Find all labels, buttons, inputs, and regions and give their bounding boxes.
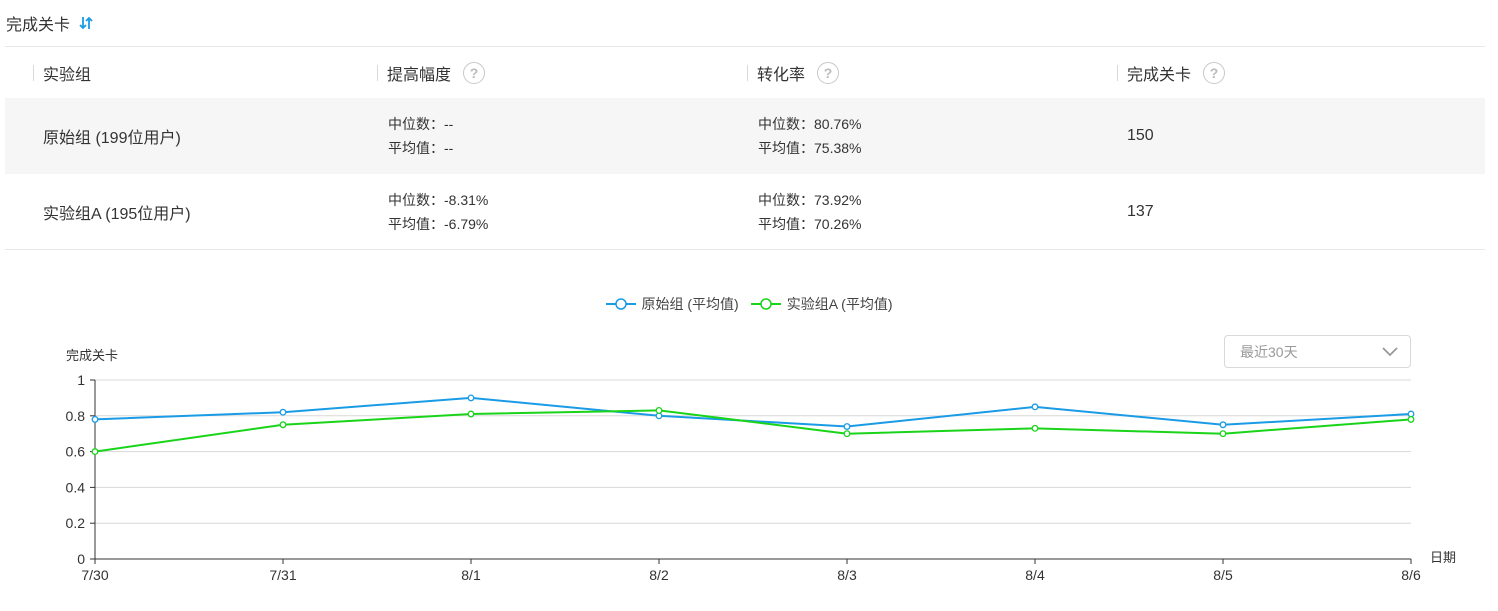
data-point xyxy=(279,408,287,416)
legend-label: 实验组A (平均值) xyxy=(786,296,893,312)
column-separator xyxy=(1117,64,1118,81)
column-separator xyxy=(747,64,748,81)
legend-label: 原始组 (平均值) xyxy=(641,296,739,312)
sort-icon[interactable] xyxy=(78,15,94,31)
help-icon[interactable]: ? xyxy=(1203,61,1226,84)
x-tick-label: 7/30 xyxy=(81,567,108,583)
column-header-lift: 提高幅度 ? xyxy=(377,47,486,98)
lift-mean: 平均值：-- xyxy=(388,140,454,156)
column-header-label: 实验组 xyxy=(43,66,92,84)
help-icon[interactable]: ? xyxy=(817,61,840,84)
data-point xyxy=(467,394,475,402)
x-tick-label: 8/3 xyxy=(837,567,857,583)
conversion-median: 中位数：73.92% xyxy=(758,192,862,208)
data-point xyxy=(279,421,287,429)
data-point xyxy=(1219,421,1227,429)
series-line xyxy=(94,409,1412,453)
conversion-mean: 平均值：70.26% xyxy=(758,216,862,232)
y-tick-label: 0 xyxy=(77,551,85,567)
conversion-median: 中位数：80.76% xyxy=(758,116,862,132)
help-icon[interactable]: ? xyxy=(463,61,486,84)
table-header: 实验组 提高幅度 ? 转化率 ? 完成关卡 ? xyxy=(5,47,1485,98)
section-header: 完成关卡 xyxy=(6,12,94,34)
conversion-cell: 中位数：80.76% 平均值：75.38% xyxy=(758,112,861,160)
y-tick-label: 0.2 xyxy=(66,515,86,531)
legend-item-original[interactable]: 原始组 (平均值) xyxy=(605,294,739,314)
data-point xyxy=(1031,424,1039,432)
date-range-value: 最近30天 xyxy=(1240,343,1298,360)
data-point xyxy=(1219,430,1227,438)
data-point xyxy=(91,448,99,456)
column-separator xyxy=(377,64,378,81)
column-header-conversion: 转化率 ? xyxy=(747,47,840,98)
y-tick-label: 1 xyxy=(77,372,85,388)
table-row: 实验组A (195位用户) 中位数：-8.31% 平均值：-6.79% 中位数：… xyxy=(5,174,1485,250)
y-tick-label: 0.4 xyxy=(66,479,86,495)
complete-value: 150 xyxy=(1127,127,1154,144)
data-point xyxy=(843,423,851,430)
x-tick-label: 8/6 xyxy=(1401,567,1421,583)
complete-value: 137 xyxy=(1127,203,1154,220)
chart-legend: 原始组 (平均值) 实验组A (平均值) xyxy=(0,294,1498,314)
data-point xyxy=(1407,415,1415,423)
column-header-group: 实验组 xyxy=(33,47,91,98)
column-header-label: 转化率 xyxy=(757,66,806,84)
legend-item-experiment[interactable]: 实验组A (平均值) xyxy=(750,294,893,314)
lift-cell: 中位数：-- 平均值：-- xyxy=(388,112,453,160)
lift-mean: 平均值：-6.79% xyxy=(388,216,489,232)
line-chart: 0 0.2 0.4 0.6 0.8 1 7/30 7/31 8/1 8/2 8/3 8/4 8/5 8/6… xyxy=(66,372,1456,583)
group-name: 原始组 (199位用户) xyxy=(43,130,181,147)
column-separator xyxy=(33,64,34,81)
legend-line-icon xyxy=(605,298,636,310)
data-point xyxy=(655,406,663,414)
group-name: 实验组A (195位用户) xyxy=(43,206,191,223)
x-tick-label: 8/2 xyxy=(649,567,669,583)
data-point xyxy=(91,415,99,423)
result-table: 实验组 提高幅度 ? 转化率 ? 完成关卡 ? 原始组 (199位用户) 中位数… xyxy=(5,46,1485,250)
x-tick-label: 8/1 xyxy=(461,567,481,583)
chevron-down-icon xyxy=(1382,346,1398,356)
x-tick-label: 8/5 xyxy=(1213,567,1233,583)
x-tick-label: 8/4 xyxy=(1025,567,1045,583)
conversion-cell: 中位数：73.92% 平均值：70.26% xyxy=(758,188,861,236)
data-point xyxy=(1031,403,1039,411)
conversion-mean: 平均值：75.38% xyxy=(758,140,862,156)
y-tick-label: 0.6 xyxy=(66,444,86,460)
lift-median: 中位数：-- xyxy=(388,116,454,132)
x-axis-label: 日期 xyxy=(1430,550,1456,565)
y-tick-label: 0.8 xyxy=(66,408,86,424)
lift-cell: 中位数：-8.31% 平均值：-6.79% xyxy=(388,188,488,236)
column-header-complete: 完成关卡 ? xyxy=(1117,47,1226,98)
column-header-label: 完成关卡 xyxy=(1127,66,1192,84)
data-point xyxy=(467,410,475,418)
column-header-label: 提高幅度 xyxy=(387,66,452,84)
lift-median: 中位数：-8.31% xyxy=(388,192,489,208)
x-tick-label: 7/31 xyxy=(269,567,296,583)
section-title: 完成关卡 xyxy=(6,17,71,34)
data-point xyxy=(843,430,851,438)
table-row: 原始组 (199位用户) 中位数：-- 平均值：-- 中位数：80.76% 平均… xyxy=(5,98,1485,174)
legend-line-icon xyxy=(750,298,781,310)
